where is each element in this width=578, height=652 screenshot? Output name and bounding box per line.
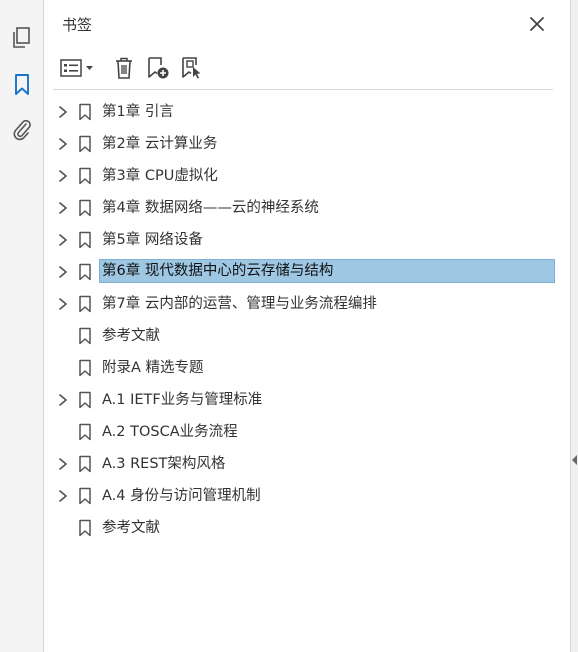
- bookmark-icon: [78, 487, 92, 505]
- panel-resize-handle[interactable]: [570, 0, 578, 652]
- bookmark-icon: [78, 423, 92, 441]
- bookmark-label: 第6章 现代数据中心的云存储与结构: [99, 259, 555, 283]
- pages-button[interactable]: [6, 22, 38, 54]
- delete-bookmark-button[interactable]: [111, 52, 137, 84]
- bookmark-icon: [78, 359, 92, 377]
- bookmarks-panel: 书签 第1章 引言 第2章 云计算业务 第3章 CPU虚拟化 第4章 数据网络—…: [45, 0, 570, 652]
- bookmark-item[interactable]: A.1 IETF业务与管理标准: [45, 384, 570, 416]
- chevron-right-icon[interactable]: [55, 456, 71, 472]
- bookmark-icon: [78, 167, 92, 185]
- bookmark-item[interactable]: A.2 TOSCA业务流程: [45, 416, 570, 448]
- bookmark-label: 参考文献: [102, 328, 160, 344]
- options-menu-button[interactable]: [59, 52, 99, 84]
- bookmark-item[interactable]: A.3 REST架构风格: [45, 448, 570, 480]
- new-bookmark-button[interactable]: [145, 52, 171, 84]
- bookmark-icon: [78, 135, 92, 153]
- bookmark-item[interactable]: 参考文献: [45, 512, 570, 544]
- bookmark-icon: [78, 103, 92, 121]
- bookmark-label: A.3 REST架构风格: [102, 456, 226, 472]
- bookmarks-toolbar: [55, 52, 555, 84]
- new-bookmark-from-structure-button[interactable]: [179, 52, 205, 84]
- bookmark-item[interactable]: 附录A 精选专题: [45, 352, 570, 384]
- bookmark-icon: [78, 263, 92, 281]
- bookmark-icon: [78, 199, 92, 217]
- attachments-button[interactable]: [6, 114, 38, 146]
- bookmark-item[interactable]: 第3章 CPU虚拟化: [45, 160, 570, 192]
- chevron-right-icon[interactable]: [55, 392, 71, 408]
- bookmark-icon: [78, 455, 92, 473]
- bookmark-label: A.1 IETF业务与管理标准: [102, 392, 263, 408]
- chevron-right-icon[interactable]: [55, 200, 71, 216]
- pages-icon: [13, 27, 30, 48]
- collapse-arrow-icon: [572, 455, 577, 465]
- chevron-right-icon[interactable]: [55, 264, 71, 280]
- bookmarks-button[interactable]: [6, 69, 38, 101]
- bookmark-label: 第3章 CPU虚拟化: [102, 168, 218, 184]
- attachment-icon: [13, 119, 31, 141]
- bookmark-label: A.4 身份与访问管理机制: [102, 488, 261, 504]
- new-bookmark-from-structure-icon: [182, 57, 201, 79]
- bookmark-label: 第2章 云计算业务: [102, 136, 218, 152]
- bookmark-icon: [78, 231, 92, 249]
- bookmark-item[interactable]: 第5章 网络设备: [45, 224, 570, 256]
- toolbar-divider: [53, 89, 553, 90]
- navigation-rail: [0, 0, 44, 652]
- chevron-right-icon[interactable]: [55, 488, 71, 504]
- bookmark-label: A.2 TOSCA业务流程: [102, 424, 238, 440]
- panel-title: 书签: [62, 16, 93, 34]
- bookmark-item[interactable]: 第7章 云内部的运营、管理与业务流程编排: [45, 288, 570, 320]
- delete-icon: [116, 57, 132, 79]
- bookmark-label: 附录A 精选专题: [102, 360, 204, 376]
- bookmark-item[interactable]: 第1章 引言: [45, 96, 570, 128]
- bookmark-icon: [78, 391, 92, 409]
- chevron-right-icon[interactable]: [55, 104, 71, 120]
- bookmark-item[interactable]: 参考文献: [45, 320, 570, 352]
- bookmark-label: 第1章 引言: [102, 104, 174, 120]
- bookmark-icon: [78, 295, 92, 313]
- bookmark-item[interactable]: 第6章 现代数据中心的云存储与结构: [45, 256, 570, 288]
- new-bookmark-icon: [148, 57, 169, 79]
- bookmark-label: 第5章 网络设备: [102, 232, 203, 248]
- chevron-right-icon[interactable]: [55, 232, 71, 248]
- options-menu-icon: [60, 59, 93, 77]
- bookmark-icon: [78, 327, 92, 345]
- close-button[interactable]: [525, 12, 549, 36]
- bookmark-icon: [78, 519, 92, 537]
- bookmark-item[interactable]: 第2章 云计算业务: [45, 128, 570, 160]
- bookmark-label: 第7章 云内部的运营、管理与业务流程编排: [102, 296, 377, 312]
- bookmark-label: 参考文献: [102, 520, 160, 536]
- chevron-right-icon[interactable]: [55, 136, 71, 152]
- bookmark-item[interactable]: 第4章 数据网络——云的神经系统: [45, 192, 570, 224]
- chevron-right-icon[interactable]: [55, 168, 71, 184]
- bookmark-tree: 第1章 引言第2章 云计算业务 第3章 CPU虚拟化第4章 数据网络——云的神经系…: [45, 96, 570, 544]
- chevron-right-icon[interactable]: [55, 296, 71, 312]
- bookmark-label: 第4章 数据网络——云的神经系统: [102, 200, 319, 216]
- bookmark-item[interactable]: A.4 身份与访问管理机制: [45, 480, 570, 512]
- close-icon: [530, 17, 544, 31]
- bookmark-icon: [15, 74, 29, 95]
